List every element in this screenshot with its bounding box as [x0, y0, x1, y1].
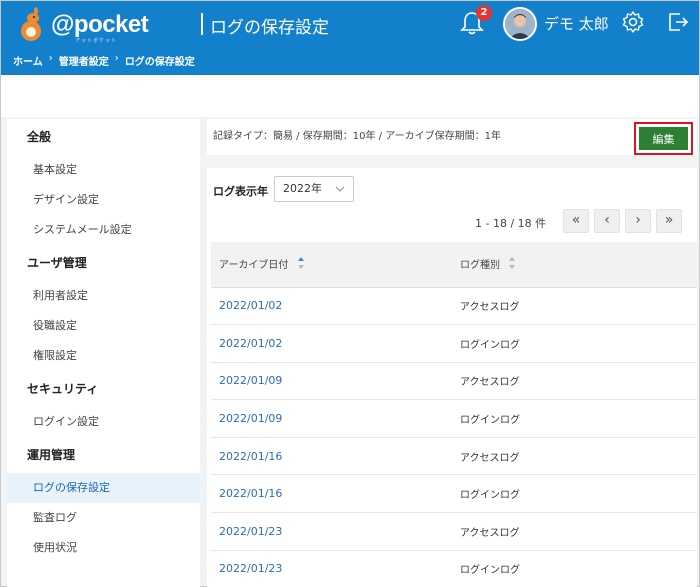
sidebar-item-design-settings[interactable]: デザイン設定 — [7, 185, 200, 215]
breadcrumb-separator: › — [114, 53, 119, 64]
sidebar-item-user-settings[interactable]: 利用者設定 — [7, 281, 200, 311]
logout-button[interactable] — [666, 10, 690, 34]
column-header-archive-date[interactable]: アーカイブ日付 — [211, 242, 452, 288]
breadcrumb: ホーム › 管理者設定 › ログの保存設定 — [13, 53, 195, 68]
sort-icon[interactable] — [509, 256, 517, 273]
table-row: 2022/01/09 アクセスログ — [211, 362, 697, 401]
archive-date-link[interactable]: 2022/01/16 — [211, 474, 452, 514]
avatar[interactable] — [503, 7, 537, 41]
logo-text: @pocket — [51, 11, 149, 38]
archive-date-link[interactable]: 2022/01/23 — [211, 512, 452, 551]
notification-button[interactable]: 2 — [459, 5, 492, 37]
breadcrumb-admin-settings[interactable]: 管理者設定 — [59, 53, 109, 68]
kangaroo-logo-icon — [21, 7, 41, 41]
archive-date-link[interactable]: 2022/01/02 — [211, 287, 452, 326]
edit-button-highlight: 編集 — [634, 122, 693, 155]
user-photo-icon — [505, 9, 535, 39]
archive-date-link[interactable]: 2022/01/23 — [211, 550, 452, 587]
sidebar-group-operations: 運用管理 — [27, 448, 76, 462]
table-header-row: アーカイブ日付 ログ種別 — [211, 242, 697, 288]
chevron-left-icon: ‹ — [604, 212, 610, 228]
year-select-value: 2022年 — [283, 182, 322, 195]
log-type-cell: アクセスログ — [452, 437, 697, 476]
last-page-button[interactable]: » — [656, 209, 682, 233]
breadcrumb-home[interactable]: ホーム — [13, 53, 43, 68]
first-page-button[interactable]: « — [563, 209, 589, 233]
sidebar-group-security: セキュリティ — [27, 382, 99, 396]
table-row: 2022/01/16 ログインログ — [211, 474, 697, 514]
sidebar-item-log-storage-settings[interactable]: ログの保存設定 — [7, 473, 200, 503]
sidebar: 全般 基本設定 デザイン設定 システムメール設定 ユーザ管理 利用者設定 役職設… — [7, 119, 200, 587]
settings-summary: 記録タイプ：簡易 / 保存期間：10年 / アーカイブ保存期間：1年 — [207, 119, 697, 155]
chevron-right-icon: › — [635, 212, 641, 228]
log-type-cell: アクセスログ — [452, 287, 697, 326]
year-select[interactable]: 2022年 — [274, 176, 354, 202]
user-name[interactable]: デモ 太郎 — [544, 13, 609, 34]
previous-page-button[interactable]: ‹ — [594, 209, 620, 233]
sidebar-item-permission-settings[interactable]: 権限設定 — [7, 341, 200, 371]
breadcrumb-separator: › — [48, 53, 53, 64]
log-type-cell: ログインログ — [452, 550, 697, 587]
table-row: 2022/01/02 ログインログ — [211, 324, 697, 363]
archive-date-link[interactable]: 2022/01/09 — [211, 399, 452, 438]
breadcrumb-current: ログの保存設定 — [124, 57, 195, 68]
table-row: 2022/01/02 アクセスログ — [211, 287, 697, 326]
column-header-label: ログ種別 — [460, 259, 500, 271]
double-chevron-right-icon: » — [664, 212, 674, 228]
edit-button[interactable]: 編集 — [639, 127, 688, 150]
table-row: 2022/01/09 ログインログ — [211, 399, 697, 438]
settings-button[interactable] — [621, 10, 645, 34]
logout-icon — [669, 13, 689, 31]
logo-subtext: アットポケット — [75, 38, 118, 44]
sidebar-item-audit-log[interactable]: 監査ログ — [7, 503, 200, 533]
column-header-label: アーカイブ日付 — [219, 259, 289, 271]
archive-date-link[interactable]: 2022/01/09 — [211, 362, 452, 401]
page-title: ログの保存設定 — [210, 18, 329, 38]
sidebar-item-position-settings[interactable]: 役職設定 — [7, 311, 200, 341]
sub-header-bar — [1, 75, 699, 117]
title-divider — [201, 13, 203, 35]
pagination-summary: 1 - 18 / 18 件 — [475, 217, 547, 230]
column-header-log-type[interactable]: ログ種別 — [452, 242, 697, 288]
gear-icon — [622, 11, 644, 33]
archive-date-link[interactable]: 2022/01/16 — [211, 437, 452, 476]
sidebar-group-general: 全般 — [27, 130, 52, 144]
sidebar-item-login-settings[interactable]: ログイン設定 — [7, 407, 200, 437]
log-type-cell: ログインログ — [452, 399, 697, 438]
double-chevron-left-icon: « — [571, 212, 581, 228]
sidebar-item-usage-status[interactable]: 使用状況 — [7, 533, 200, 563]
chevron-down-icon — [335, 186, 345, 192]
next-page-button[interactable]: › — [625, 209, 651, 233]
archive-log-table: アーカイブ日付 ログ種別 2022/01/02 アクセスログ 2022/01/0… — [211, 242, 697, 587]
sort-icon[interactable] — [297, 256, 306, 273]
table-row: 2022/01/23 アクセスログ — [211, 512, 697, 551]
log-type-cell: ログインログ — [452, 474, 697, 514]
table-row: 2022/01/23 ログインログ — [211, 550, 697, 587]
log-type-cell: ログインログ — [452, 324, 697, 363]
app-header: @pocket アットポケット ログの保存設定 2 デモ 太郎 ホーム › 管理… — [1, 1, 699, 75]
sidebar-item-basic-settings[interactable]: 基本設定 — [7, 155, 200, 185]
sidebar-group-user-management: ユーザ管理 — [27, 256, 87, 270]
sidebar-item-system-mail-settings[interactable]: システムメール設定 — [7, 215, 200, 245]
log-type-cell: アクセスログ — [452, 512, 697, 551]
archive-date-link[interactable]: 2022/01/02 — [211, 324, 452, 363]
log-type-cell: アクセスログ — [452, 362, 697, 401]
year-filter-label: ログ表示年 — [213, 185, 268, 198]
notification-badge: 2 — [476, 5, 492, 21]
log-archive-panel: ログ表示年 2022年 1 - 18 / 18 件 « ‹ › » アーカイブ日… — [207, 168, 697, 587]
table-row: 2022/01/16 アクセスログ — [211, 437, 697, 476]
